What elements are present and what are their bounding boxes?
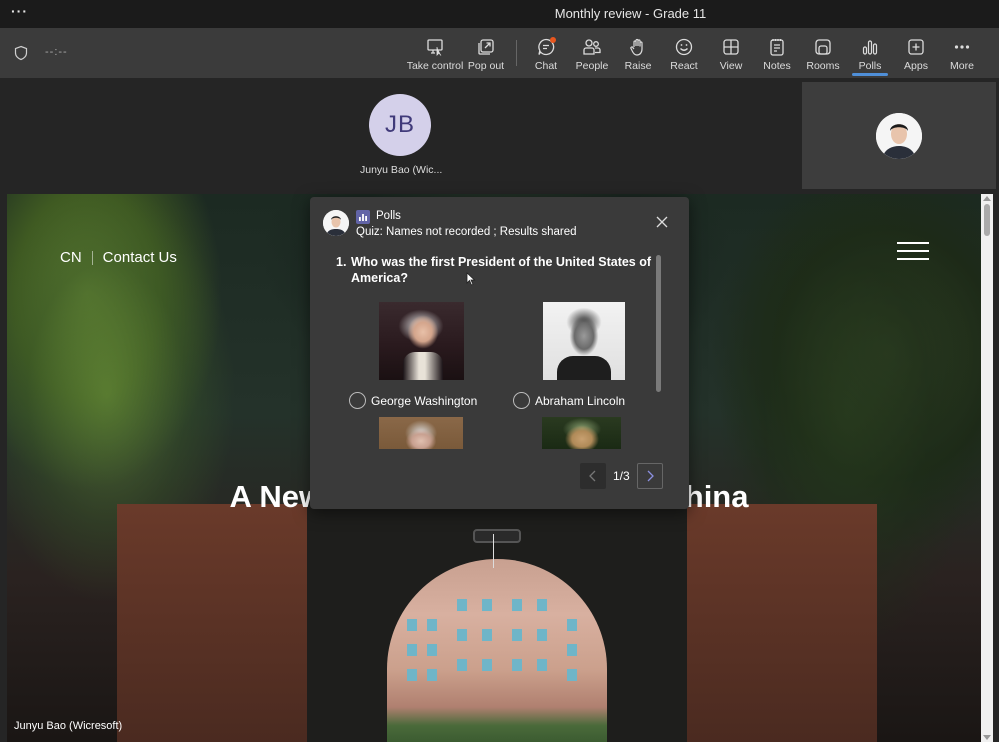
nav-separator [91,250,93,265]
people-icon [583,39,601,55]
raise-hand-button[interactable]: Raise [618,28,658,78]
take-control-icon [427,39,443,56]
notes-button[interactable]: Notes [757,28,797,78]
react-button[interactable]: React [664,28,704,78]
take-control-button[interactable]: Take control [406,28,464,78]
presenter-caption: Junyu Bao (Wicresoft) [14,720,123,732]
chat-notification-dot [550,37,556,43]
scroll-down-arrow-icon[interactable] [983,735,991,740]
shared-screen-scrollbar[interactable] [981,194,993,742]
poll-subtitle: Quiz: Names not recorded ; Results share… [356,226,577,238]
smile-icon [675,38,693,56]
george-washington-portrait[interactable] [379,302,464,380]
radio-button[interactable] [349,392,366,409]
hamburger-menu-icon[interactable] [897,242,929,262]
notes-icon [770,39,784,56]
chandelier [473,529,521,543]
more-dots-icon [954,45,970,49]
pop-out-button[interactable]: Pop out [466,28,506,78]
apps-button[interactable]: Apps [896,28,936,78]
meeting-toolbar: --:-- Take control Pop out Chat People R… [0,28,999,78]
radio-button[interactable] [513,392,530,409]
option-label: Abraham Lincoln [535,393,626,408]
poll-author-avatar [323,210,349,236]
pop-out-label: Pop out [467,60,505,72]
mouse-cursor-icon [466,272,476,286]
avatar: JB [369,94,431,156]
pop-out-icon [478,39,494,55]
question-text: Who was the first President of the Unite… [351,255,652,285]
previous-page-button[interactable] [580,463,606,489]
close-icon[interactable] [655,215,669,229]
apps-label: Apps [904,60,928,72]
view-label: View [719,60,743,72]
contact-us-link[interactable]: Contact Us [103,249,177,266]
chevron-left-icon [589,470,596,482]
rooms-button[interactable]: Rooms [803,28,843,78]
polls-button[interactable]: Polls [850,28,890,78]
abraham-lincoln-portrait[interactable] [543,302,625,380]
view-button[interactable]: View [711,28,751,78]
people-button[interactable]: People [572,28,612,78]
page-counter: 1/3 [613,469,630,483]
apps-plus-icon [908,39,924,55]
question-number: 1. [336,255,347,269]
website-nav: CN Contact Us [60,249,177,266]
people-label: People [575,60,609,72]
scrollbar-thumb[interactable] [984,204,990,236]
poll-pager: 1/3 [580,462,663,490]
polls-icon [862,40,878,55]
chat-button[interactable]: Chat [526,28,566,78]
rooms-label: Rooms [806,60,840,72]
poll-scrollbar[interactable] [656,255,661,392]
chandelier-wire [493,534,494,568]
react-label: React [670,60,698,72]
meeting-timer: --:-- [45,46,68,58]
meeting-title: Monthly review - Grade 11 [554,6,707,21]
chat-label: Chat [534,60,558,72]
language-link[interactable]: CN [60,249,82,266]
next-page-button[interactable] [636,463,663,489]
shield-icon[interactable] [13,45,29,61]
participant-name: Junyu Bao (Wic... [360,164,443,176]
polls-label: Polls [858,60,882,72]
poll-app-name: Polls [376,210,401,222]
raise-label: Raise [624,60,652,72]
participant-tile-junyu-bao[interactable]: JB Junyu Bao (Wic... [360,94,443,176]
poll-option-george-washington[interactable]: George Washington [349,392,477,409]
poll-dialog: Polls Quiz: Names not recorded ; Results… [310,197,689,509]
grid-view-icon [723,39,739,55]
option-label: George Washington [371,393,478,408]
toolbar-divider [516,40,517,66]
polls-active-indicator [852,73,888,76]
thomas-jefferson-portrait[interactable] [542,417,621,449]
title-bar: ··· Monthly review - Grade 11 [0,0,999,28]
john-adams-portrait[interactable] [379,417,463,449]
polls-app-icon [356,210,370,224]
scroll-up-arrow-icon[interactable] [983,196,991,201]
more-label: More [950,60,974,72]
take-control-label: Take control [406,60,464,72]
poll-option-abraham-lincoln[interactable]: Abraham Lincoln [513,392,625,409]
self-video-tile[interactable] [802,82,996,189]
notes-label: Notes [763,60,791,72]
rooms-icon [815,39,831,55]
more-button[interactable]: More [942,28,982,78]
raise-hand-icon [630,38,643,56]
chevron-right-icon [647,470,654,482]
self-avatar-photo [876,113,922,159]
